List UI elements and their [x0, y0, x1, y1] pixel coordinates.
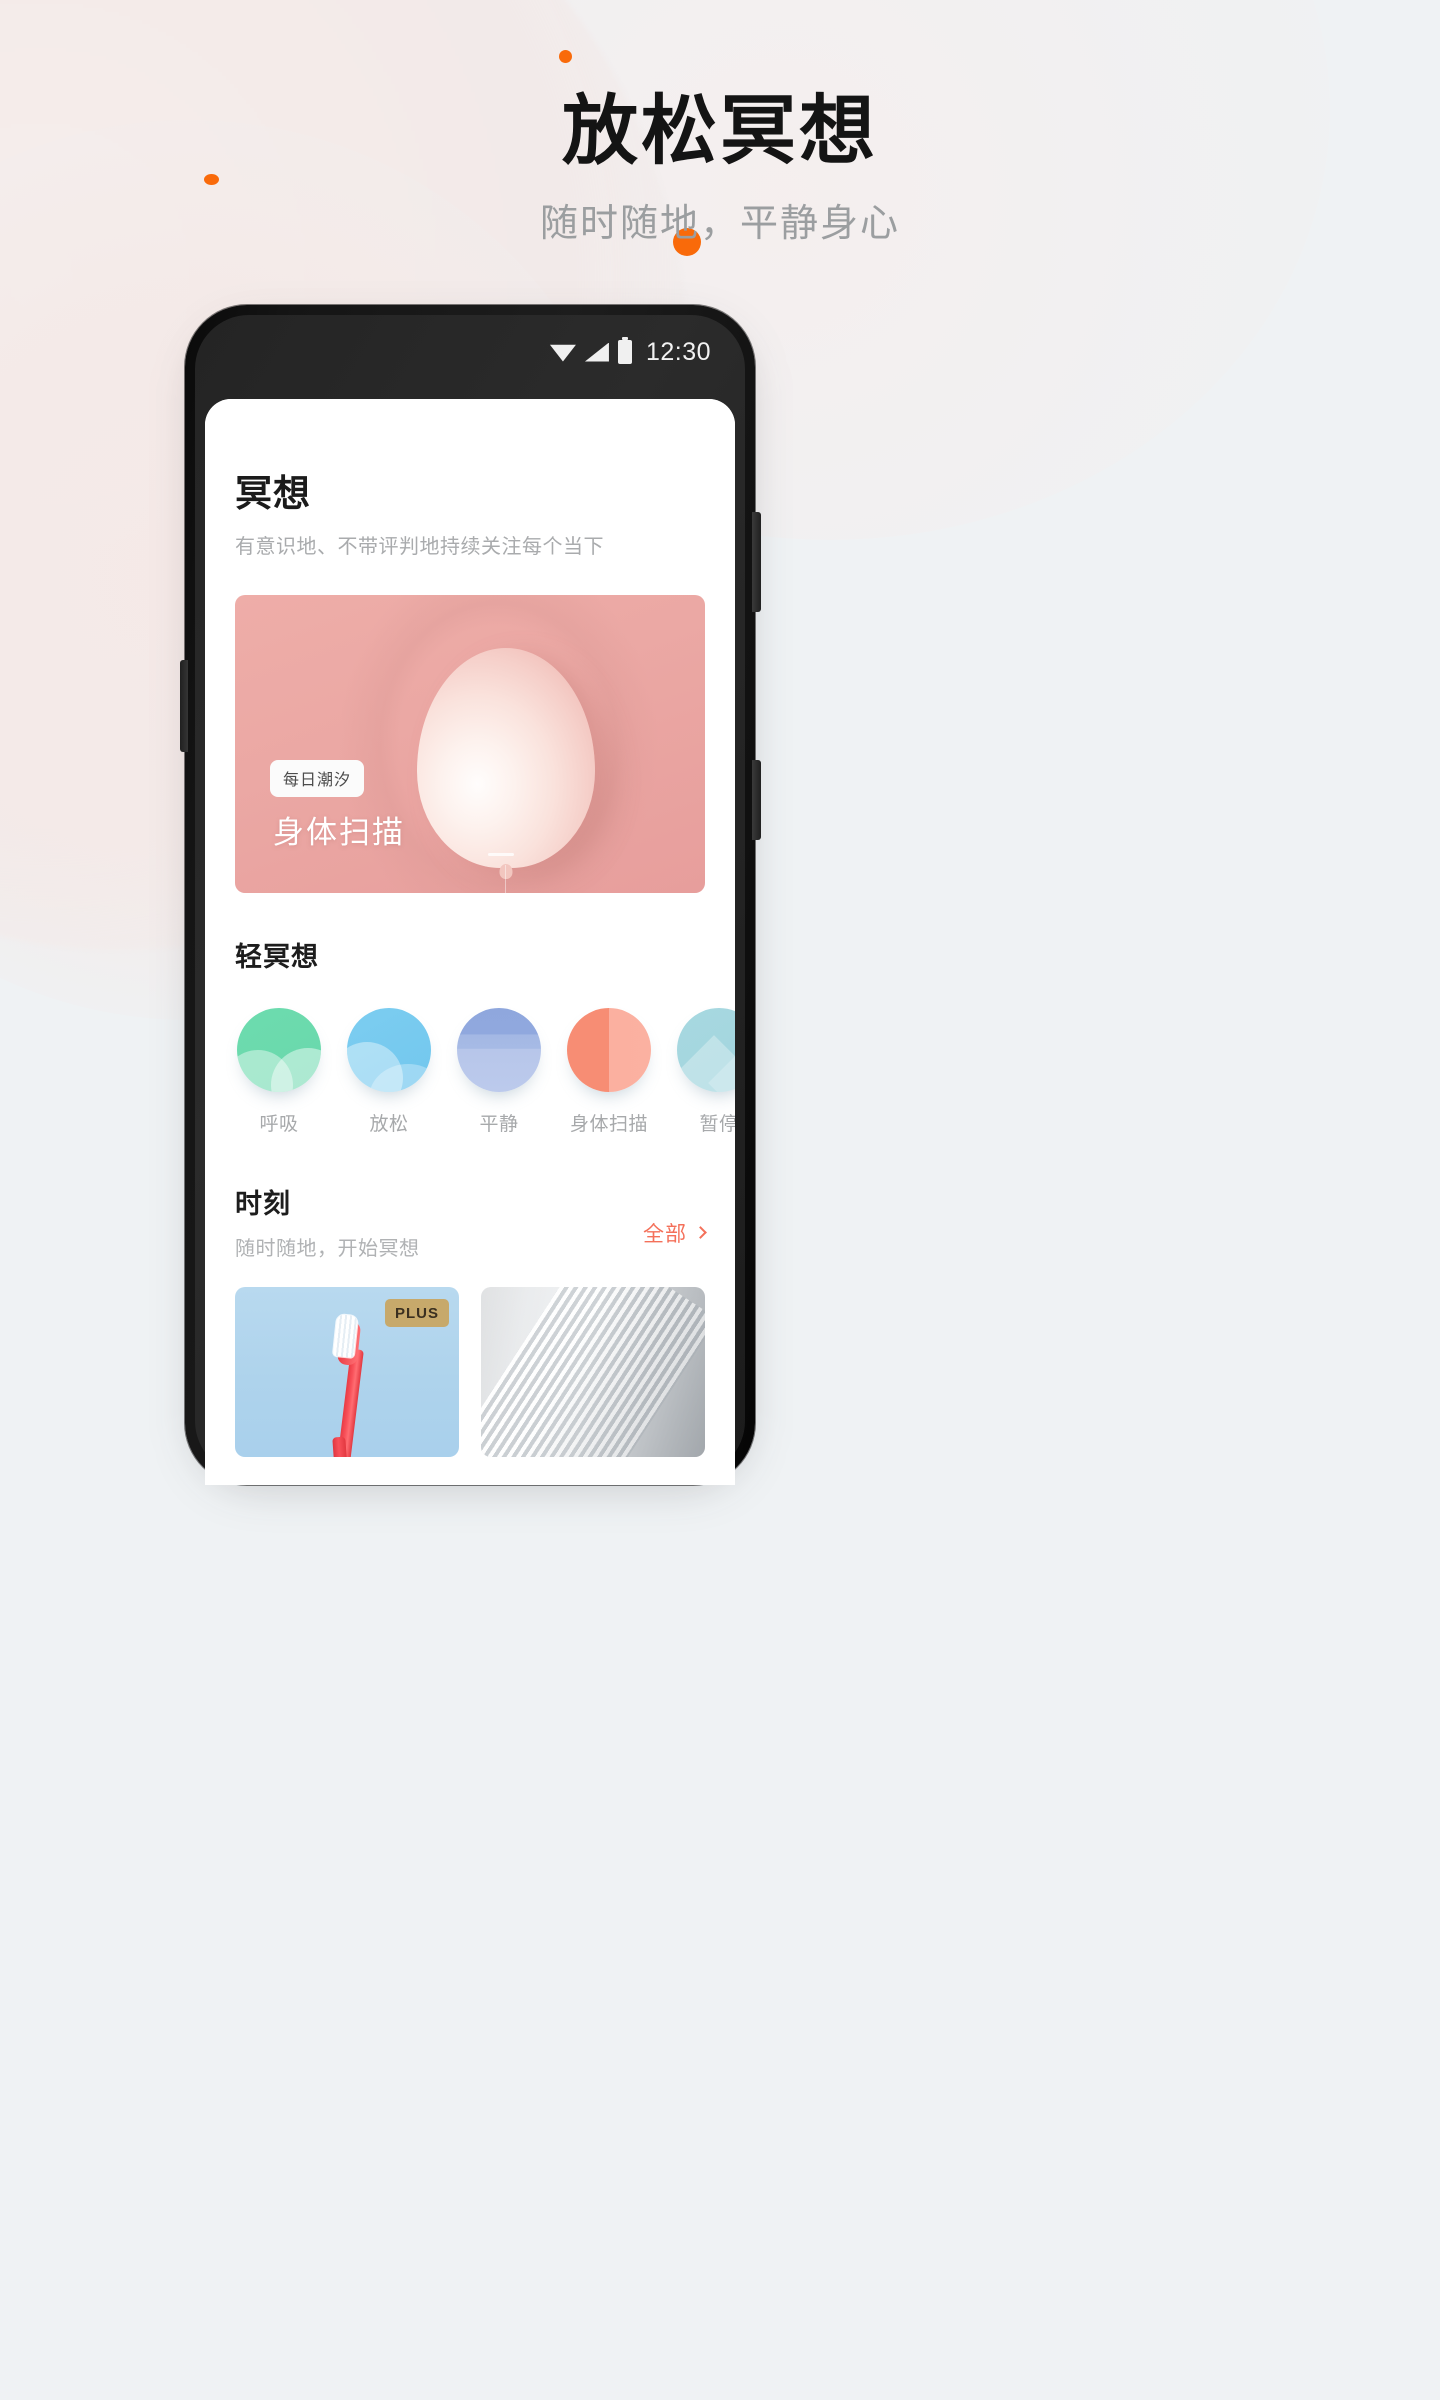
phone-body: 12:30 冥想 有意识地、不带评判地持续关注每个当下 每日潮汐 身体扫描 轻冥…: [180, 305, 761, 1485]
toothbrush-bristles-shape: [332, 1314, 359, 1358]
app-viewport: 冥想 有意识地、不带评判地持续关注每个当下 每日潮汐 身体扫描 轻冥想 呼吸 放…: [205, 399, 735, 1485]
plus-badge: PLUS: [384, 1299, 449, 1327]
cellular-signal-icon: [584, 342, 609, 362]
phone-mockup: 12:30 冥想 有意识地、不带评判地持续关注每个当下 每日潮汐 身体扫描 轻冥…: [180, 305, 761, 1487]
light-meditation-label: 放松: [369, 1114, 409, 1135]
stripes-shadow-overlay: [481, 1287, 705, 1457]
section-title-moments: 时刻: [235, 1189, 291, 1219]
battery-icon: [617, 337, 632, 364]
moments-header: 时刻 随时随地，开始冥想 全部: [235, 1182, 707, 1261]
body-scan-circle-icon: [567, 1008, 651, 1092]
light-meditation-label: 身体扫描: [569, 1114, 648, 1135]
light-meditation-list[interactable]: 呼吸 放松 平静 身体扫描 暂停: [237, 1008, 735, 1136]
calm-circle-icon: [457, 1008, 541, 1092]
light-meditation-item-body-scan[interactable]: 身体扫描: [567, 1008, 651, 1136]
decorative-dot-left: [204, 174, 219, 185]
light-meditation-label: 平静: [479, 1114, 519, 1135]
page-subtitle: 有意识地、不带评判地持续关注每个当下: [235, 536, 604, 558]
balloon-knot: [488, 853, 514, 856]
phone-screen: 冥想 有意识地、不带评判地持续关注每个当下 每日潮汐 身体扫描 轻冥想 呼吸 放…: [205, 399, 735, 1485]
chevron-right-icon: [694, 1226, 707, 1239]
moments-header-text: 时刻 随时随地，开始冥想: [235, 1182, 420, 1261]
breath-circle-icon: [237, 1008, 321, 1092]
light-meditation-item-breath[interactable]: 呼吸: [237, 1008, 321, 1136]
hero-card-body-scan[interactable]: 每日潮汐 身体扫描: [235, 595, 705, 893]
light-meditation-label: 呼吸: [259, 1114, 299, 1135]
hero-title: 身体扫描: [273, 815, 405, 850]
hero-balloon-image: [417, 648, 595, 868]
status-bar: 12:30: [185, 305, 755, 399]
moments-card-list[interactable]: PLUS: [235, 1287, 705, 1457]
phone-button-left[interactable]: [180, 660, 188, 752]
promo-headline: 放松冥想: [562, 89, 878, 174]
balloon-string: [505, 865, 506, 893]
promo-subheadline: 随时随地，平静身心: [539, 203, 900, 245]
wifi-icon: [549, 344, 576, 362]
light-meditation-item-relax[interactable]: 放松: [347, 1008, 431, 1136]
moment-card-stripes[interactable]: [481, 1287, 705, 1457]
page-title: 冥想: [235, 473, 311, 514]
view-all-label: 全部: [643, 1223, 687, 1246]
section-subtitle-moments: 随时随地，开始冥想: [235, 1238, 420, 1260]
light-meditation-item-calm[interactable]: 平静: [457, 1008, 541, 1136]
section-title-light-meditation: 轻冥想: [235, 942, 319, 972]
hero-badge: 每日潮汐: [270, 760, 365, 797]
decorative-dot-top: [559, 50, 572, 63]
light-meditation-item-pause[interactable]: 暂停: [677, 1008, 735, 1136]
light-meditation-label: 暂停: [699, 1114, 735, 1135]
pause-circle-icon: [677, 1008, 735, 1092]
promo-page: 放松冥想 随时随地，平静身心 12:30 冥想 有意识地、不带评判地持续关注每个…: [0, 0, 1440, 2400]
view-all-moments-link[interactable]: 全部: [643, 1218, 707, 1248]
moment-card-toothbrush[interactable]: PLUS: [235, 1287, 459, 1457]
phone-button-power-right[interactable]: [752, 760, 761, 840]
status-bar-clock: 12:30: [645, 337, 711, 366]
relax-circle-icon: [347, 1008, 431, 1092]
phone-button-volume-right[interactable]: [752, 512, 761, 612]
